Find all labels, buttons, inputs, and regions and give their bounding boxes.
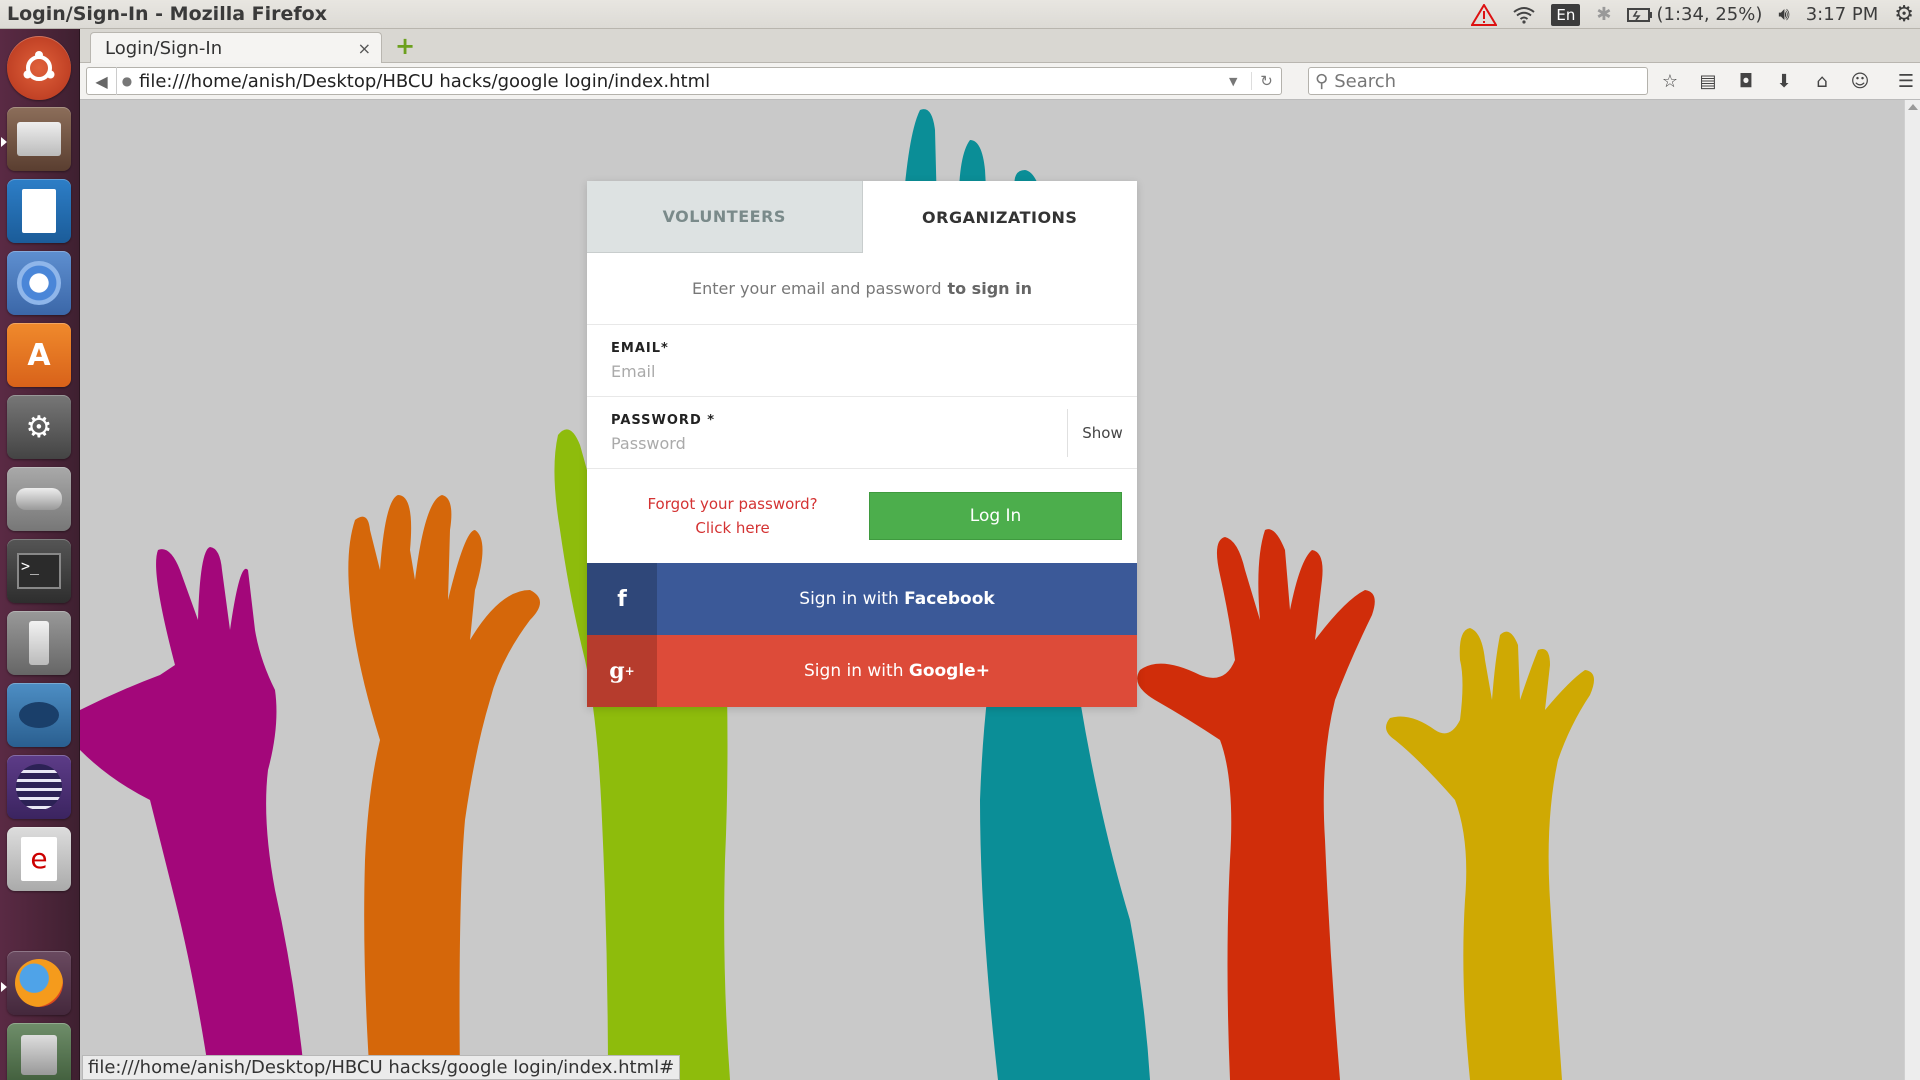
facebook-icon: f (587, 563, 657, 635)
chat-icon[interactable]: ☺ (1850, 71, 1870, 92)
disk-icon[interactable] (7, 467, 71, 531)
top-panel: Login/Sign-In - Mozilla Firefox En ✱ (1:… (0, 0, 1920, 29)
bookmark-star-icon[interactable]: ☆ (1660, 71, 1680, 92)
facebook-prefix: Sign in with (799, 589, 899, 609)
email-label: EMAIL* (611, 341, 669, 356)
google-signin-button[interactable]: g + Sign in with Google+ (587, 635, 1137, 707)
show-password-button[interactable]: Show (1067, 409, 1137, 457)
google-prefix: Sign in with (804, 661, 904, 681)
volume-icon[interactable]: 🔊︎ (1778, 0, 1789, 29)
reading-list-icon[interactable]: ▤ (1698, 71, 1718, 92)
ubuntu-dash-icon[interactable] (7, 36, 71, 100)
bluefish-icon[interactable] (7, 683, 71, 747)
files-icon[interactable] (7, 107, 71, 171)
tab-title: Login/Sign-In (105, 38, 223, 59)
pocket-icon[interactable]: ◘ (1736, 71, 1756, 92)
back-icon[interactable]: ◀ (87, 67, 117, 95)
software-center-icon[interactable]: A (7, 323, 71, 387)
email-field[interactable]: EMAIL* Email (587, 325, 1137, 397)
tab-bar: Login/Sign-In × + (80, 29, 1920, 64)
account-type-tabs: VOLUNTEERS ORGANIZATIONS (587, 181, 1137, 253)
terminal-icon[interactable]: >_ (7, 539, 71, 603)
yellow-hand (1386, 628, 1594, 1080)
url-text[interactable]: file:///home/anish/Desktop/HBCU hacks/go… (137, 71, 1229, 92)
pdf-reader-icon[interactable]: e (7, 827, 71, 891)
forgot-password-link[interactable]: Forgot your password? Click here (611, 492, 854, 540)
tab-organizations[interactable]: ORGANIZATIONS (861, 181, 1137, 253)
site-identity-icon[interactable]: ● (117, 74, 137, 88)
clock[interactable]: 3:17 PM (1806, 0, 1879, 29)
url-bar[interactable]: ◀ ● file:///home/anish/Desktop/HBCU hack… (86, 67, 1282, 95)
google-signin-label: Sign in with Google+ (657, 661, 1137, 681)
intro-bold-text: to sign in (947, 279, 1032, 298)
keyboard-lang-indicator[interactable]: En (1551, 0, 1581, 29)
facebook-signin-label: Sign in with Facebook (657, 589, 1137, 609)
scroll-up-arrow[interactable] (1908, 104, 1918, 110)
magenta-hand (80, 547, 305, 1080)
password-input[interactable]: Password (611, 434, 1113, 453)
eclipse-icon[interactable] (7, 755, 71, 819)
forgot-line-1[interactable]: Forgot your password? (611, 492, 854, 516)
search-input[interactable]: ⚲ Search (1308, 67, 1648, 95)
system-settings-icon[interactable]: ⚙ (7, 395, 71, 459)
login-actions: Forgot your password? Click here Log In (587, 469, 1137, 563)
indicator-area: En ✱ (1:34, 25%) 🔊︎ 3:17 PM ⚙ (1471, 0, 1914, 29)
forgot-line-2[interactable]: Click here (611, 516, 854, 540)
vertical-scrollbar[interactable] (1904, 100, 1920, 1080)
tab-volunteers[interactable]: VOLUNTEERS (587, 181, 862, 253)
gear-icon[interactable]: ⚙ (1894, 0, 1914, 29)
google-name: Google+ (908, 661, 990, 681)
home-icon[interactable]: ⌂ (1812, 71, 1832, 92)
usb-drive-icon[interactable] (7, 611, 71, 675)
google-plus-icon: g + (587, 635, 657, 707)
new-tab-button[interactable]: + (394, 34, 416, 58)
navigation-bar: ◀ ● file:///home/anish/Desktop/HBCU hack… (80, 63, 1920, 100)
sign-in-instructions: Enter your email and password to sign in (587, 253, 1137, 325)
wifi-icon[interactable] (1513, 0, 1536, 29)
search-placeholder: Search (1334, 70, 1397, 92)
email-input[interactable]: Email (611, 362, 1113, 381)
chromium-icon[interactable] (7, 251, 71, 315)
trash-icon[interactable] (7, 1023, 71, 1080)
writer-icon[interactable] (7, 179, 71, 243)
battery-indicator[interactable]: (1:34, 25%) (1627, 0, 1762, 29)
intro-text: Enter your email and password (692, 279, 942, 298)
toolbar-icons: ☆ ▤ ◘ ⬇ ⌂ ☺ ☰ (1660, 63, 1916, 100)
reload-icon[interactable]: ↻ (1251, 72, 1281, 90)
menu-icon[interactable]: ☰ (1896, 71, 1916, 92)
password-field[interactable]: PASSWORD * Password Show (587, 397, 1137, 469)
history-dropdown-icon[interactable]: ▼ (1229, 75, 1251, 88)
orange-hand (348, 495, 540, 1080)
password-label: PASSWORD * (611, 413, 716, 428)
search-icon: ⚲ (1315, 70, 1329, 92)
window-title: Login/Sign-In - Mozilla Firefox (7, 3, 327, 25)
login-card: VOLUNTEERS ORGANIZATIONS Enter your emai… (587, 181, 1137, 707)
red-hand (1137, 529, 1375, 1080)
warning-icon[interactable] (1471, 0, 1498, 29)
lang-label: En (1551, 3, 1581, 26)
status-bar-link-preview: file:///home/anish/Desktop/HBCU hacks/go… (82, 1055, 681, 1080)
bluetooth-icon[interactable]: ✱ (1596, 0, 1611, 29)
downloads-icon[interactable]: ⬇ (1774, 71, 1794, 92)
login-button[interactable]: Log In (869, 492, 1122, 540)
firefox-icon[interactable] (7, 951, 71, 1015)
page-content: VOLUNTEERS ORGANIZATIONS Enter your emai… (80, 100, 1904, 1080)
battery-icon (1627, 7, 1653, 22)
launcher: A ⚙ >_ e (0, 29, 80, 1080)
browser-tab[interactable]: Login/Sign-In × (90, 32, 382, 64)
facebook-name: Facebook (904, 589, 995, 609)
facebook-signin-button[interactable]: f Sign in with Facebook (587, 563, 1137, 635)
battery-text: (1:34, 25%) (1656, 4, 1763, 25)
close-tab-icon[interactable]: × (358, 39, 371, 58)
